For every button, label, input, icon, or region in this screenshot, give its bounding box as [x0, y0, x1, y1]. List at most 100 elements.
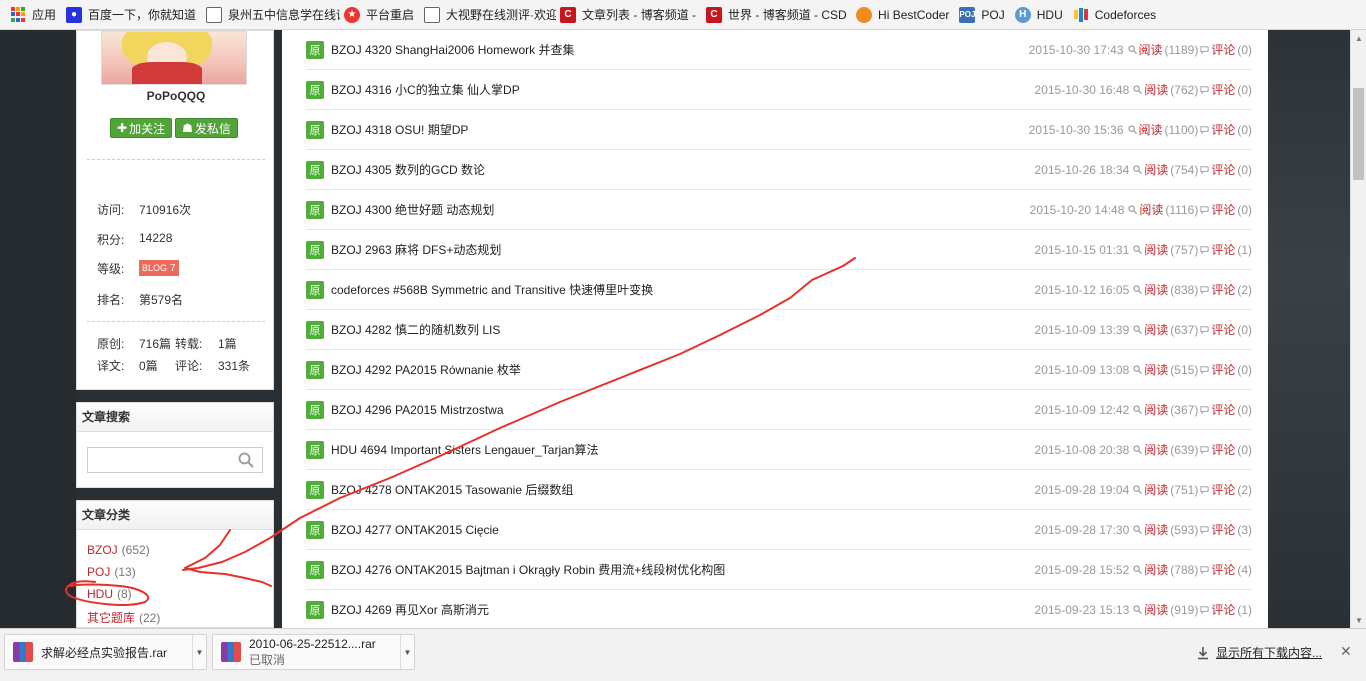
- read-link[interactable]: 阅读: [1139, 201, 1163, 218]
- article-title-link[interactable]: BZOJ 4278 ONTAK2015 Tasowanie 后缀数组: [331, 481, 1035, 498]
- comment-link[interactable]: 评论: [1211, 121, 1235, 138]
- read-link[interactable]: 阅读: [1144, 321, 1168, 338]
- comment-link[interactable]: 评论: [1211, 161, 1235, 178]
- scrollbar-thumb[interactable]: [1353, 88, 1364, 180]
- read-link[interactable]: 阅读: [1144, 481, 1168, 498]
- download-item[interactable]: 2010-06-25-22512....rar 已取消 ▼: [212, 634, 415, 670]
- scroll-up-arrow-icon[interactable]: ▲: [1351, 30, 1366, 46]
- send-message-button[interactable]: ☗ 发私信: [175, 118, 238, 138]
- read-link[interactable]: 阅读: [1144, 601, 1168, 618]
- article-title-link[interactable]: BZOJ 4269 再见Xor 高斯消元: [331, 601, 1035, 618]
- comment-count: (2): [1237, 282, 1252, 297]
- category-bzoj[interactable]: BZOJ (652): [87, 543, 150, 557]
- bookmark-bestcoder[interactable]: Hi BestCoder: [852, 4, 955, 26]
- chevron-down-icon[interactable]: ▼: [192, 635, 206, 669]
- article-title-link[interactable]: BZOJ 4282 慎二的随机数列 LIS: [331, 321, 1035, 338]
- comment-link[interactable]: 评论: [1211, 481, 1235, 498]
- comment-link[interactable]: 评论: [1211, 81, 1235, 98]
- bookmark-apps[interactable]: 应用: [6, 4, 62, 26]
- article-title-link[interactable]: BZOJ 4316 小C的独立集 仙人掌DP: [331, 81, 1035, 98]
- read-link[interactable]: 阅读: [1144, 161, 1168, 178]
- read-link[interactable]: 阅读: [1139, 41, 1163, 58]
- magnifier-icon: [1133, 605, 1143, 614]
- close-icon[interactable]: ✕: [1340, 643, 1352, 660]
- comment-link[interactable]: 评论: [1211, 561, 1235, 578]
- comment-link[interactable]: 评论: [1211, 601, 1235, 618]
- comment-bubble-icon: [1200, 206, 1209, 214]
- comment-link[interactable]: 评论: [1211, 321, 1235, 338]
- comment-link[interactable]: 评论: [1211, 241, 1235, 258]
- comment-link[interactable]: 评论: [1211, 41, 1235, 58]
- bookmark-platform-restart[interactable]: ★ 平台重启: [340, 4, 420, 26]
- bookmark-poj[interactable]: POJ POJ: [955, 4, 1010, 26]
- search-input[interactable]: [88, 448, 228, 472]
- article-row: 原 BZOJ 4320 ShangHai2006 Homework 并查集 2015…: [306, 30, 1252, 70]
- bookmark-hdu[interactable]: H HDU: [1011, 4, 1069, 26]
- category-hdu[interactable]: HDU (8): [87, 587, 132, 601]
- comment-link[interactable]: 评论: [1211, 361, 1235, 378]
- comment-count: (0): [1237, 162, 1252, 177]
- comment-count: (2): [1237, 482, 1252, 497]
- article-title-link[interactable]: BZOJ 4318 OSU! 期望DP: [331, 121, 1029, 138]
- read-link[interactable]: 阅读: [1144, 401, 1168, 418]
- page-scrollbar[interactable]: ▲ ▼: [1350, 30, 1366, 628]
- bookmark-label: Hi BestCoder: [878, 7, 950, 22]
- search-icon[interactable]: [238, 452, 254, 468]
- bookmark-baidu[interactable]: ● 百度一下，你就知道: [62, 4, 202, 26]
- avatar[interactable]: [101, 31, 247, 85]
- article-title-link[interactable]: BZOJ 2963 麻将 DFS+动态规划: [331, 241, 1035, 258]
- article-title-link[interactable]: codeforces #568B Symmetric and Transitiv…: [331, 281, 1035, 298]
- read-link[interactable]: 阅读: [1144, 441, 1168, 458]
- page-background-gap: [274, 30, 282, 628]
- username[interactable]: PoPoQQQ: [77, 89, 275, 103]
- article-title-link[interactable]: BZOJ 4277 ONTAK2015 Cięcie: [331, 523, 1035, 537]
- download-item[interactable]: 求解必经点实验报告.rar ▼: [4, 634, 207, 670]
- rar-file-icon: [13, 642, 33, 662]
- article-title-link[interactable]: BZOJ 4292 PA2015 Równanie 枚举: [331, 361, 1035, 378]
- magnifier-icon: [1133, 85, 1143, 94]
- article-search-panel: 文章搜索: [76, 402, 274, 488]
- magnifier-icon: [1133, 285, 1143, 294]
- read-link[interactable]: 阅读: [1144, 521, 1168, 538]
- article-title-link[interactable]: BZOJ 4296 PA2015 Mistrzostwa: [331, 403, 1035, 417]
- follow-button[interactable]: ✚ 加关注: [110, 118, 173, 138]
- read-link[interactable]: 阅读: [1144, 281, 1168, 298]
- article-title-link[interactable]: BZOJ 4305 数列的GCD 数论: [331, 161, 1035, 178]
- comment-link[interactable]: 评论: [1211, 281, 1235, 298]
- original-badge: 原: [306, 200, 324, 219]
- read-link[interactable]: 阅读: [1144, 561, 1168, 578]
- article-title-link[interactable]: HDU 4694 Important Sisters Lengauer_Tarj…: [331, 441, 1035, 458]
- article-title-link[interactable]: BZOJ 4276 ONTAK2015 Bajtman i Okrągły Ro…: [331, 561, 1035, 578]
- category-poj[interactable]: POJ (13): [87, 565, 136, 579]
- bookmark-csdn-articles[interactable]: C 文章列表 - 博客频道 -: [556, 4, 702, 26]
- read-count: (1100): [1164, 122, 1199, 137]
- scroll-down-arrow-icon[interactable]: ▼: [1351, 612, 1366, 628]
- magnifier-icon: [1133, 525, 1143, 534]
- comment-link[interactable]: 评论: [1211, 201, 1235, 218]
- article-title-link[interactable]: BZOJ 4300 绝世好题 动态规划: [331, 201, 1030, 218]
- comment-link[interactable]: 评论: [1211, 521, 1235, 538]
- bookmark-lydsy[interactable]: 大视野在线测评·欢迎: [420, 4, 556, 26]
- csdn-icon: C: [706, 6, 723, 23]
- bookmark-label: 平台重启: [366, 8, 415, 22]
- bookmark-csdn-world[interactable]: C 世界 - 博客频道 - CSD: [702, 4, 852, 26]
- article-date: 2015-10-09 12:42: [1034, 402, 1130, 417]
- chevron-down-icon[interactable]: ▼: [400, 635, 414, 669]
- read-link[interactable]: 阅读: [1139, 121, 1163, 138]
- panel-title: 文章搜索: [77, 403, 273, 432]
- category-other[interactable]: 其它题库 (22): [87, 609, 160, 626]
- read-link[interactable]: 阅读: [1144, 241, 1168, 258]
- read-link[interactable]: 阅读: [1144, 361, 1168, 378]
- show-all-downloads-link[interactable]: 显示所有下载内容...: [1196, 644, 1322, 661]
- bookmark-label: POJ: [981, 7, 1005, 22]
- bookmark-codeforces[interactable]: Codeforces: [1069, 4, 1162, 26]
- bookmark-qzwz[interactable]: 泉州五中信息学在线评: [202, 4, 340, 26]
- rar-file-icon: [221, 642, 241, 662]
- comment-link[interactable]: 评论: [1211, 441, 1235, 458]
- comment-bubble-icon: [1200, 86, 1209, 94]
- read-link[interactable]: 阅读: [1144, 81, 1168, 98]
- article-title-link[interactable]: BZOJ 4320 ShangHai2006 Homework 并查集: [331, 41, 1029, 58]
- bookmarks-bar: 应用 ● 百度一下，你就知道 泉州五中信息学在线评 ★ 平台重启 大视野在线测评…: [0, 0, 1366, 30]
- blog-level-badge[interactable]: BLOG 7: [139, 260, 179, 276]
- comment-link[interactable]: 评论: [1211, 401, 1235, 418]
